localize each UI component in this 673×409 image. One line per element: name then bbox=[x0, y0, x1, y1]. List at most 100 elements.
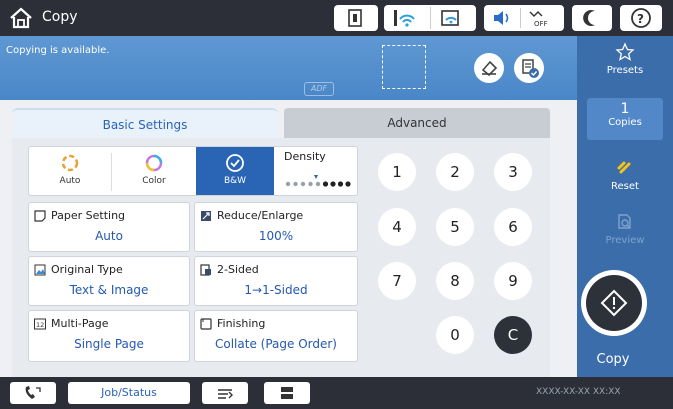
adf-indicator: ADF bbox=[304, 82, 334, 96]
preview-icon bbox=[618, 214, 631, 229]
sleep-button[interactable] bbox=[572, 5, 612, 31]
density-dot bbox=[345, 181, 351, 187]
status-banner: Copying is available. ADF bbox=[0, 36, 577, 100]
keypad-8[interactable]: 8 bbox=[436, 262, 474, 300]
density-label: Density bbox=[284, 150, 326, 163]
copy-start-button[interactable] bbox=[581, 270, 647, 336]
star-icon bbox=[615, 42, 635, 61]
status-message: Copying is available. bbox=[6, 45, 110, 56]
auto-label: Auto bbox=[59, 176, 81, 186]
copy-label: Copy bbox=[596, 352, 630, 367]
tab-basic-settings[interactable]: Basic Settings bbox=[12, 108, 278, 138]
reset-button[interactable]: Reset bbox=[577, 158, 673, 198]
color-mode-color[interactable]: Color bbox=[112, 147, 196, 195]
density-dot bbox=[322, 181, 329, 187]
keypad-3[interactable]: 3 bbox=[494, 153, 532, 191]
printer-button[interactable] bbox=[264, 382, 310, 404]
preview-button[interactable]: Preview bbox=[577, 212, 673, 252]
two-sided-value: 1→1-Sided bbox=[244, 283, 308, 297]
copies-field[interactable]: 1 Copies bbox=[587, 98, 663, 140]
density-dot bbox=[315, 181, 321, 187]
help-icon: ? bbox=[631, 8, 651, 28]
multi-page-value: Single Page bbox=[74, 337, 144, 351]
keypad-4[interactable]: 4 bbox=[378, 208, 416, 246]
reduce-enlarge-button[interactable]: Reduce/Enlarge 100% bbox=[194, 202, 358, 252]
original-type-value: Text & Image bbox=[69, 283, 149, 297]
tab-advanced[interactable]: Advanced bbox=[284, 108, 550, 138]
density-dot bbox=[285, 181, 291, 187]
page-title: Copy bbox=[42, 9, 78, 25]
multi-page-icon: 12 bbox=[34, 318, 46, 330]
status-bar: Copy OFF ? bbox=[0, 0, 673, 36]
svg-text:OFF: OFF bbox=[534, 20, 548, 28]
auto-color-icon bbox=[61, 154, 79, 172]
keypad-6[interactable]: 6 bbox=[494, 208, 532, 246]
sound-status[interactable]: OFF bbox=[484, 5, 564, 31]
reduce-enlarge-value: 100% bbox=[258, 229, 294, 243]
keypad-9[interactable]: 9 bbox=[494, 262, 532, 300]
main-panel: Basic Settings Advanced Auto Color B&W D… bbox=[0, 100, 577, 377]
original-preview-area bbox=[382, 45, 426, 89]
presets-label: Presets bbox=[606, 65, 644, 76]
paper-setting-button[interactable]: Paper Setting Auto bbox=[28, 202, 190, 252]
copies-value: 1 bbox=[620, 101, 630, 117]
color-mode-auto[interactable]: Auto bbox=[29, 147, 111, 195]
svg-text:12: 12 bbox=[36, 321, 44, 329]
keypad-0[interactable]: 0 bbox=[436, 316, 474, 354]
fax-button[interactable] bbox=[10, 382, 56, 404]
help-button[interactable]: ? bbox=[620, 5, 662, 31]
reduce-enlarge-label: Reduce/Enlarge bbox=[217, 209, 304, 222]
preview-label: Preview bbox=[605, 235, 645, 246]
density-dot bbox=[308, 181, 313, 187]
bottom-bar: Job/Status XXXX-XX-XX XX:XX bbox=[0, 377, 673, 409]
right-sidebar: Presets 1 Copies Reset Preview Copy bbox=[577, 36, 673, 377]
multi-page-button[interactable]: 12 Multi-Page Single Page bbox=[28, 310, 190, 362]
erase-icon bbox=[481, 60, 498, 77]
finishing-icon bbox=[200, 318, 212, 330]
moon-icon bbox=[583, 9, 595, 26]
density-dot bbox=[293, 181, 298, 187]
keypad-2[interactable]: 2 bbox=[436, 153, 474, 191]
density-dot bbox=[337, 181, 344, 187]
color-mode-bw[interactable]: B&W bbox=[196, 147, 274, 195]
finishing-button[interactable]: Finishing Collate (Page Order) bbox=[194, 310, 358, 362]
network-status[interactable] bbox=[384, 5, 476, 31]
settings-area: Auto Color B&W Density Paper Setting Aut… bbox=[12, 138, 550, 377]
bw-label: B&W bbox=[223, 176, 247, 186]
home-icon[interactable] bbox=[8, 5, 34, 31]
date-time: XXXX-XX-XX XX:XX bbox=[536, 387, 621, 397]
start-icon bbox=[600, 289, 628, 317]
paper-icon bbox=[34, 210, 46, 222]
keypad-7[interactable]: 7 bbox=[378, 262, 416, 300]
density-dot bbox=[300, 181, 306, 187]
paper-setting-label: Paper Setting bbox=[51, 209, 126, 222]
original-type-label: Original Type bbox=[51, 263, 123, 276]
svg-text:?: ? bbox=[637, 12, 644, 26]
paper-setting-value: Auto bbox=[95, 229, 123, 243]
two-sided-icon bbox=[200, 264, 211, 276]
two-sided-label: 2-Sided bbox=[217, 263, 259, 276]
multi-page-label: Multi-Page bbox=[51, 317, 109, 330]
speaker-icon: OFF bbox=[494, 8, 548, 28]
reset-label: Reset bbox=[611, 181, 639, 192]
two-sided-button[interactable]: 2-Sided 1→1-Sided bbox=[194, 256, 358, 306]
keypad-1[interactable]: 1 bbox=[378, 153, 416, 191]
quick-settings-button[interactable] bbox=[474, 53, 504, 83]
copies-label: Copies bbox=[608, 117, 642, 128]
job-status-button[interactable]: Job/Status bbox=[68, 382, 190, 404]
printer-icon bbox=[281, 387, 293, 399]
color-icon bbox=[145, 154, 163, 172]
image-icon bbox=[34, 264, 46, 276]
document-settings-button[interactable] bbox=[514, 53, 544, 83]
density-control[interactable]: Density bbox=[274, 147, 357, 195]
document-check-icon bbox=[522, 59, 539, 78]
original-type-button[interactable]: Original Type Text & Image bbox=[28, 256, 190, 306]
print-queue-button[interactable] bbox=[202, 382, 248, 404]
presets-button[interactable]: Presets bbox=[577, 42, 673, 86]
finishing-value: Collate (Page Order) bbox=[215, 337, 337, 351]
queue-icon bbox=[218, 389, 233, 399]
keypad-5[interactable]: 5 bbox=[436, 208, 474, 246]
keypad-clear[interactable]: C bbox=[494, 316, 532, 354]
paper-status-icon[interactable] bbox=[334, 5, 378, 31]
density-dot bbox=[330, 181, 336, 187]
